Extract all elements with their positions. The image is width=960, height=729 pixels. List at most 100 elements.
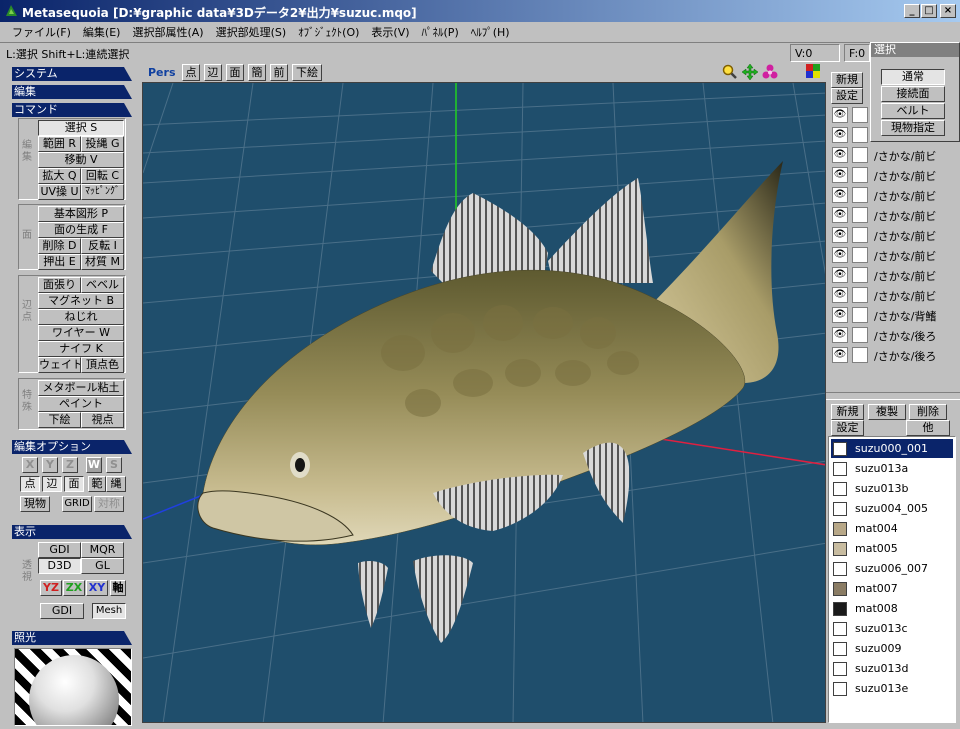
lock-checkbox[interactable] [852,107,868,123]
quad-view-icon[interactable] [806,64,820,78]
axis-display-toggle[interactable]: 軸 [110,580,126,596]
object-row[interactable]: 👁 /さかな/前ビ [830,186,954,204]
object-row[interactable]: 👁 /さかな/前ビ [830,286,954,304]
section-edit[interactable]: 編集 [12,85,132,99]
primitive-tool-button[interactable]: 基本図形 P [38,206,124,222]
material-delete-button[interactable]: 削除 [909,404,947,420]
object-row[interactable]: 👁 /さかな/後ろ [830,326,954,344]
menu-edit[interactable]: 編集(E) [77,24,127,40]
move-tool-button[interactable]: 移動 V [38,152,124,168]
delete-tool-button[interactable]: 削除 D [38,238,81,254]
view-front-button[interactable]: 前 [270,64,288,81]
select-tool-button[interactable]: 選択 S [38,120,124,136]
option-edge-button[interactable]: 辺 [42,476,62,492]
gl-render-button[interactable]: GL [81,558,124,574]
material-duplicate-button[interactable]: 複製 [868,404,906,420]
visibility-eye-icon[interactable]: 👁 [832,267,848,283]
object-row[interactable]: 👁 /さかな/前ビ [830,206,954,224]
screen-toggle[interactable]: S [106,457,122,473]
axis-x-toggle[interactable]: X [22,457,38,473]
object-row[interactable]: 👁 /さかな/前ビ [830,266,954,284]
range-tool-button[interactable]: 範囲 R [38,136,81,152]
visibility-eye-icon[interactable]: 👁 [832,107,848,123]
lock-checkbox[interactable] [852,147,868,163]
scale-tool-button[interactable]: 拡大 Q [38,168,81,184]
lock-checkbox[interactable] [852,127,868,143]
world-toggle[interactable]: W [86,457,102,473]
underlay-tool-button[interactable]: 下絵 [38,412,81,428]
section-edit-option[interactable]: 編集オプション [12,440,132,454]
material-row[interactable]: suzu000_001 [831,439,953,458]
rotate-tool-button[interactable]: 回転 C [81,168,124,184]
extrude-tool-button[interactable]: 押出 E [38,254,81,270]
weight-tool-button[interactable]: ウェイト [38,357,81,373]
visibility-eye-icon[interactable]: 👁 [832,187,848,203]
visibility-eye-icon[interactable]: 👁 [832,227,848,243]
vertex-color-button[interactable]: 頂点色 [81,357,124,373]
object-row[interactable]: 👁 [830,106,954,124]
section-lighting[interactable]: 照光 [12,631,132,645]
object-row[interactable]: 👁 [830,126,954,144]
plane-xy-toggle[interactable]: XY [86,580,108,596]
view-edge-button[interactable]: 辺 [204,64,222,81]
create-face-button[interactable]: 面の生成 F [38,222,124,238]
option-lasso-button[interactable]: 縄 [106,476,126,492]
gdi-render-button[interactable]: GDI [38,542,81,558]
wire-tool-button[interactable]: ワイヤー W [38,325,124,341]
object-new-button[interactable]: 新規 [831,72,863,88]
mesh-mode-button[interactable]: Mesh [92,603,126,619]
bevel-button[interactable]: ベベル [81,277,124,293]
material-row[interactable]: mat004 [831,519,953,538]
visibility-eye-icon[interactable]: 👁 [832,287,848,303]
lasso-tool-button[interactable]: 投縄 G [81,136,124,152]
select-connected-button[interactable]: 接続面 [881,86,945,102]
symmetry-button[interactable]: 対称 [94,496,124,512]
gdi-mode-button[interactable]: GDI [40,603,84,619]
menu-panel[interactable]: ﾊﾟﾈﾙ(P) [416,24,465,40]
pan-icon[interactable] [742,64,758,80]
object-row[interactable]: 👁 /さかな/前ビ [830,166,954,184]
material-row[interactable]: suzu013d [831,659,953,678]
magnet-tool-button[interactable]: マグネット B [38,293,124,309]
view-face-button[interactable]: 面 [226,64,244,81]
menu-object[interactable]: ｵﾌﾞｼﾞｪｸﾄ(O) [292,24,365,40]
material-row[interactable]: suzu009 [831,639,953,658]
d3d-render-button[interactable]: D3D [38,558,81,574]
maximize-button[interactable]: □ [921,4,937,18]
lock-checkbox[interactable] [852,207,868,223]
object-row[interactable]: 👁 /さかな/前ビ [830,146,954,164]
material-row[interactable]: mat005 [831,539,953,558]
visibility-eye-icon[interactable]: 👁 [832,307,848,323]
mapping-tool-button[interactable]: ﾏｯﾋﾟﾝｸﾞ [81,184,124,200]
section-display[interactable]: 表示 [12,525,132,539]
3d-viewport[interactable] [142,82,826,723]
lock-checkbox[interactable] [852,247,868,263]
section-command[interactable]: コマンド [12,103,132,117]
viewpoint-tool-button[interactable]: 視点 [81,412,124,428]
option-face-button[interactable]: 面 [64,476,84,492]
option-current-button[interactable]: 現物 [20,496,50,512]
paint-tool-button[interactable]: ペイント [38,396,124,412]
option-vertex-button[interactable]: 点 [20,476,40,492]
material-row[interactable]: suzu013b [831,479,953,498]
object-row[interactable]: 👁 /さかな/前ビ [830,246,954,264]
lock-checkbox[interactable] [852,347,868,363]
lock-checkbox[interactable] [852,227,868,243]
panel-splitter[interactable] [826,392,960,400]
menu-view[interactable]: 表示(V) [365,24,415,40]
light-sphere[interactable] [29,655,119,725]
lighting-preview[interactable] [14,648,132,726]
visibility-eye-icon[interactable]: 👁 [832,147,848,163]
material-row[interactable]: suzu004_005 [831,499,953,518]
material-row[interactable]: mat007 [831,579,953,598]
material-new-button[interactable]: 新規 [831,404,864,420]
material-row[interactable]: mat008 [831,599,953,618]
lock-checkbox[interactable] [852,167,868,183]
projection-mode-label[interactable]: Pers [148,66,176,79]
lock-checkbox[interactable] [852,187,868,203]
knife-tool-button[interactable]: ナイフ K [38,341,124,357]
close-button[interactable]: × [940,4,956,18]
section-system[interactable]: システム [12,67,132,81]
material-row[interactable]: suzu006_007 [831,559,953,578]
material-row[interactable]: suzu013c [831,619,953,638]
